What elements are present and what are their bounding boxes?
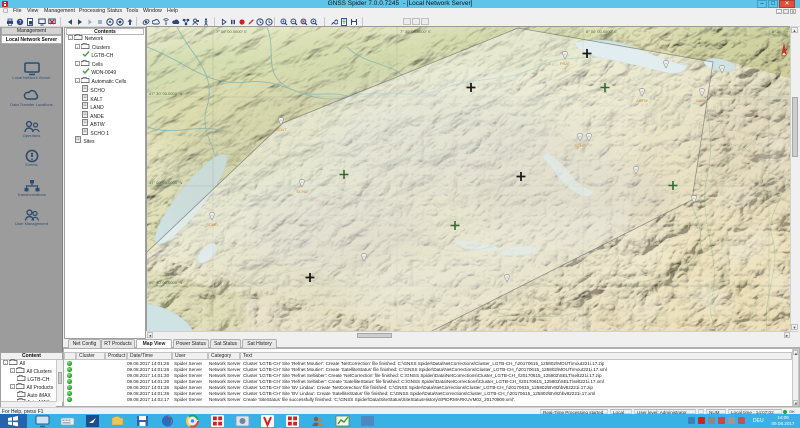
svg-text:47° 00' 00.0000" N: 47° 00' 00.0000" N — [149, 180, 182, 185]
svg-text:MOUT: MOUT — [275, 127, 287, 132]
svg-text:7° 00' 00.0000" E: 7° 00' 00.0000" E — [216, 29, 247, 34]
svg-text:SCHO: SCHO — [574, 143, 586, 148]
svg-text:8° 00' 00.0000" E: 8° 00' 00.0000" E — [586, 29, 617, 34]
svg-text:PRAT: PRAT — [560, 61, 571, 66]
svg-text:?: ? — [19, 20, 22, 26]
svg-text:46° 30' 00.0000" N: 46° 30' 00.0000" N — [149, 280, 182, 285]
svg-text:SCHO: SCHO — [206, 222, 218, 227]
svg-text:47° 30' 00.0000" N: 47° 30' 00.0000" N — [149, 91, 182, 96]
svg-text:8° 30: 8° 30 — [772, 29, 782, 34]
svg-text:MUHL: MUHL — [696, 98, 708, 103]
svg-text:SCHO: SCHO — [296, 189, 308, 194]
svg-text:ABTW: ABTW — [636, 98, 648, 103]
svg-text:7° 30' 00.0000" E: 7° 30' 00.0000" E — [400, 29, 431, 34]
